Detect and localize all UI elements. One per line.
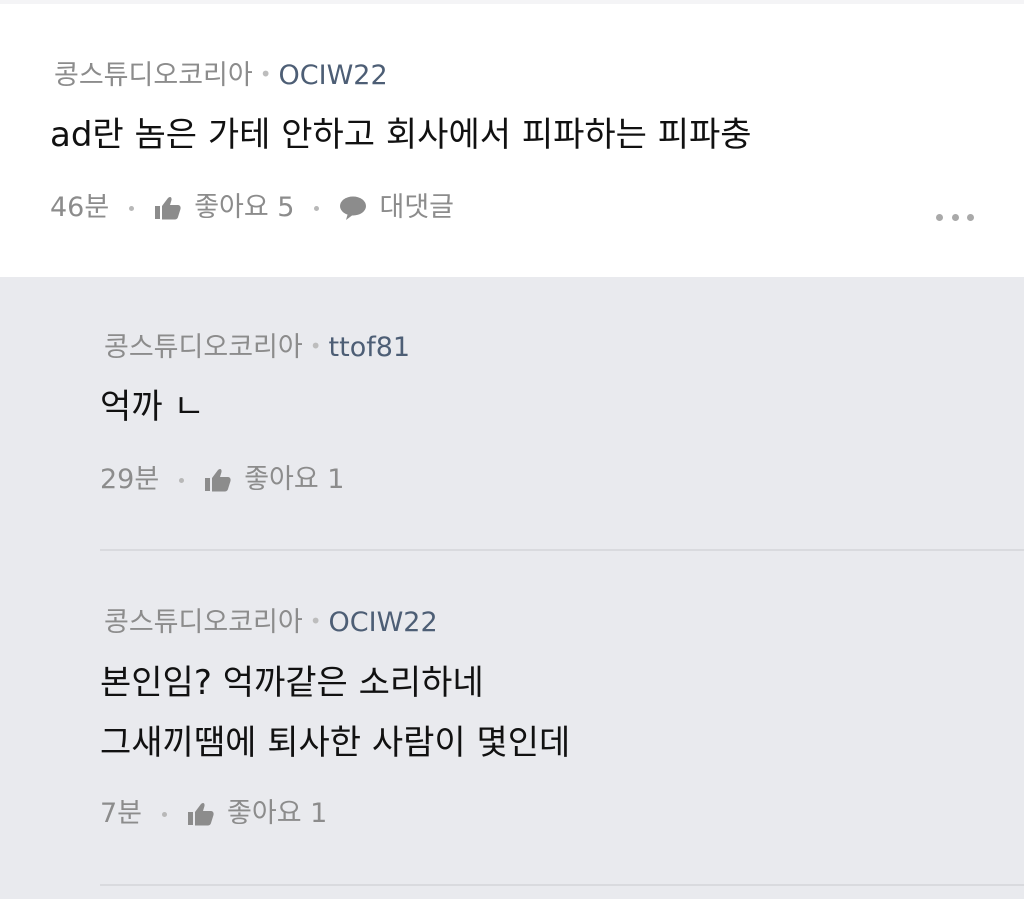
reply-label: 대댓글 (379, 192, 455, 223)
like-count-label: 좋아요 1 (227, 798, 328, 829)
action-separator (129, 205, 135, 211)
comment-time: 46분 (50, 192, 110, 223)
like-button[interactable]: 좋아요 5 (154, 190, 294, 226)
more-icon[interactable] (936, 207, 974, 227)
reply-text-line-2: 그새끼땜에 퇴사한 사람이 몇인데 (100, 723, 571, 763)
action-separator (314, 205, 320, 211)
reply-username[interactable]: OCIW22 (329, 607, 438, 638)
reply-actions: 29분 좋아요 1 (100, 462, 344, 498)
reply-username[interactable]: ttof81 (329, 332, 411, 363)
reply-text: 억까 ㄴ (100, 387, 205, 427)
more-dot (951, 213, 959, 221)
more-dot (967, 213, 974, 221)
meta-separator: • (309, 334, 322, 358)
reply-divider (100, 549, 1024, 551)
action-separator (179, 477, 185, 483)
meta-separator: • (309, 609, 322, 633)
reply-actions: 7분 좋아요 1 (100, 796, 327, 832)
comment-meta: 콩스튜디오코리아 • OCIW22 (54, 56, 388, 94)
like-count-label: 좋아요 5 (194, 192, 295, 223)
comment-source: 콩스튜디오코리아 (54, 60, 253, 91)
comment-username[interactable]: OCIW22 (279, 60, 388, 91)
reply-meta: 콩스튜디오코리아 • OCIW22 (104, 603, 438, 641)
reply-divider (100, 884, 1024, 886)
reply-time: 29분 (100, 464, 160, 495)
meta-separator: • (259, 62, 272, 86)
speech-bubble-icon (340, 196, 367, 220)
like-button[interactable]: 좋아요 1 (204, 462, 344, 498)
comment-text: ad란 놈은 가테 안하고 회사에서 피파하는 피파충 (50, 115, 752, 155)
reply-source: 콩스튜디오코리아 (104, 332, 303, 363)
thumbs-up-icon (155, 196, 181, 220)
comment-actions: 46분 좋아요 5 대댓글 (50, 190, 454, 226)
like-count-label: 좋아요 1 (244, 464, 345, 495)
reply-time: 7분 (100, 798, 143, 829)
action-separator (162, 811, 168, 817)
thumbs-up-icon (205, 468, 231, 492)
reply-meta: 콩스튜디오코리아 • ttof81 (104, 328, 410, 366)
main-comment: 콩스튜디오코리아 • OCIW22 ad란 놈은 가테 안하고 회사에서 피파하는 … (0, 4, 1024, 277)
like-button[interactable]: 좋아요 1 (187, 796, 327, 832)
more-dot (936, 213, 943, 221)
reply-text-line-1: 본인임? 억까같은 소리하네 (100, 663, 484, 703)
reply-button[interactable]: 대댓글 (339, 190, 454, 226)
reply-source: 콩스튜디오코리아 (104, 607, 303, 638)
thumbs-up-icon (188, 802, 214, 826)
